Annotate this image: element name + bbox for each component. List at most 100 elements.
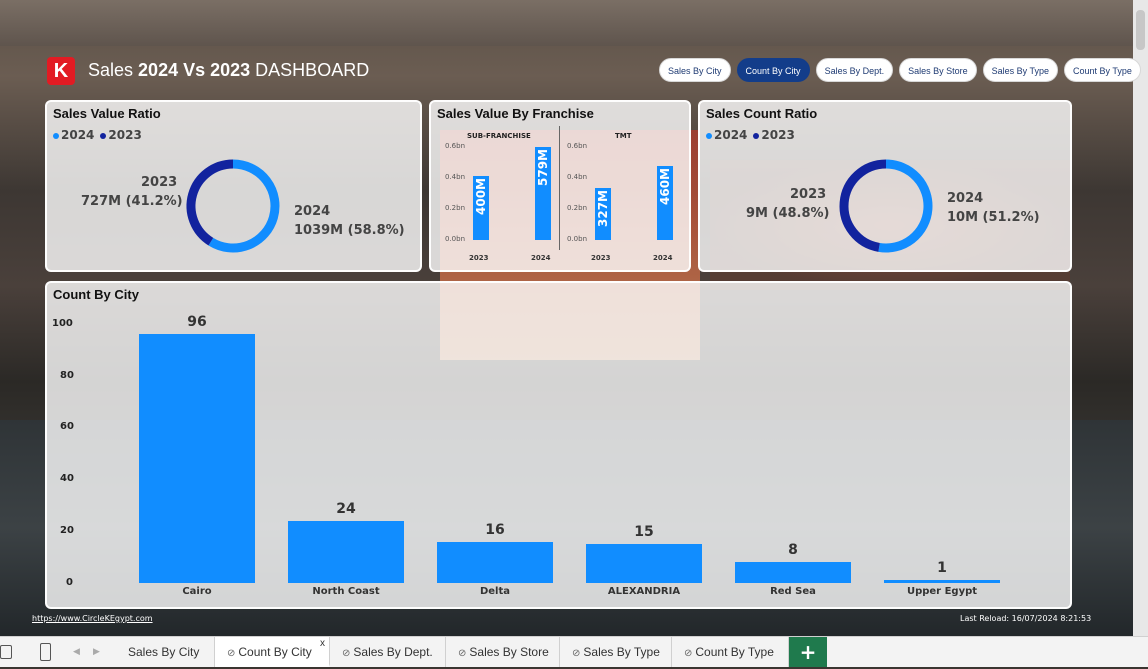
bar-value-label: 96 xyxy=(187,314,207,331)
tab-label: Count By City xyxy=(238,645,312,659)
add-page-button[interactable]: + xyxy=(789,637,827,667)
franchise-bar[interactable]: 327M xyxy=(595,187,611,240)
x-tick: Upper Egypt xyxy=(906,586,978,597)
donut-slice-2024[interactable] xyxy=(208,159,280,253)
x-tick: 2023 xyxy=(591,254,611,262)
tab-sales-by-dept[interactable]: ⊘ Sales By Dept. xyxy=(330,637,446,667)
hidden-eye-icon: ⊘ xyxy=(227,648,236,659)
y-tick: 80 xyxy=(60,370,74,381)
tab-label: Sales By Dept. xyxy=(353,645,433,659)
sales-count-donut xyxy=(839,159,933,253)
y-tick: 0.0bn xyxy=(567,235,588,243)
circle-k-logo: K xyxy=(47,57,75,85)
y-tick: 0 xyxy=(66,577,73,588)
x-tick: North Coast xyxy=(312,586,380,597)
x-tick: 2024 xyxy=(653,254,673,262)
sales-value-by-franchise-card[interactable]: Sales Value By Franchise SUB-FRANCHISE T… xyxy=(429,100,691,272)
label-2023-value: 727M (41.2%) xyxy=(81,194,183,209)
group-label-sub-franchise: SUB-FRANCHISE xyxy=(467,132,531,140)
y-tick: 40 xyxy=(60,473,74,484)
nav-count-by-city-button[interactable]: Count By City xyxy=(736,58,810,82)
card-title: Sales Value Ratio xyxy=(53,106,161,121)
label-2023-year: 2023 xyxy=(790,187,827,202)
label-2024-value: 1039M (58.8%) xyxy=(294,223,405,238)
nav-sales-by-store-button[interactable]: Sales By Store xyxy=(899,58,977,82)
y-tick: 20 xyxy=(60,525,74,536)
donut-slice-2023[interactable] xyxy=(839,159,887,252)
y-tick: 100 xyxy=(52,318,73,329)
tab-label: Sales By City xyxy=(128,645,200,659)
y-tick: 0.4bn xyxy=(445,173,466,181)
tab-label: Sales By Type xyxy=(583,645,660,659)
tab-sales-by-city[interactable]: Sales By City xyxy=(110,637,215,667)
franchise-bar[interactable]: 460M xyxy=(657,166,673,240)
y-tick: 0.2bn xyxy=(567,204,588,212)
donut-slice-2024[interactable] xyxy=(878,159,933,253)
website-link[interactable]: https://www.CircleKEgypt.com xyxy=(32,614,153,623)
bar-value-label: 16 xyxy=(485,521,505,538)
donut-slice-2023[interactable] xyxy=(186,159,234,246)
sales-count-ratio-card[interactable]: Sales Count Ratio 2024 2023 2023 9M (48.… xyxy=(698,100,1072,272)
y-tick: 0.6bn xyxy=(567,142,588,150)
y-tick: 60 xyxy=(60,421,74,432)
x-tick: Delta xyxy=(479,586,511,597)
tab-label: Count By Type xyxy=(695,645,774,659)
x-tick: Red Sea xyxy=(770,586,816,597)
desktop-view-icon[interactable] xyxy=(0,645,12,659)
group-divider xyxy=(559,126,560,250)
franchise-bar[interactable]: 579M xyxy=(535,147,551,240)
y-tick: 0.6bn xyxy=(445,142,466,150)
bar-value-label: 579M xyxy=(536,149,550,187)
title-bold: 2024 Vs 2023 xyxy=(138,60,251,80)
hidden-eye-icon: ⊘ xyxy=(458,648,467,659)
close-tab-icon[interactable]: x xyxy=(320,629,325,659)
bar-value-label: 1 xyxy=(937,560,947,577)
tab-sales-by-store[interactable]: ⊘ Sales By Store xyxy=(446,637,560,667)
tab-sales-by-type[interactable]: ⊘ Sales By Type xyxy=(560,637,672,667)
tab-label: Sales By Store xyxy=(469,645,549,659)
bar-value-label: 400M xyxy=(474,178,488,215)
city-bar[interactable] xyxy=(288,520,404,583)
bar-value-label: 327M xyxy=(596,189,610,227)
page-nav-buttons: Sales By City Count By City Sales By Dep… xyxy=(659,58,1141,82)
card-title: Count By City xyxy=(53,287,139,302)
last-reload-text: Last Reload: 16/07/2024 8:21:53 xyxy=(960,614,1092,623)
y-tick: 0.0bn xyxy=(445,235,466,243)
title-prefix: Sales xyxy=(88,60,134,80)
nav-sales-by-dept-button[interactable]: Sales By Dept. xyxy=(815,58,894,82)
y-tick: 0.4bn xyxy=(567,173,588,181)
city-bar[interactable] xyxy=(139,334,255,583)
card-title: Sales Value By Franchise xyxy=(437,106,594,121)
chart-legend: 2024 2023 xyxy=(53,128,142,142)
sheet-tab-bar: ◀ ▶ Sales By City ⊘ Count By City x ⊘ Sale… xyxy=(0,636,1148,667)
chart-legend: 2024 2023 xyxy=(706,128,795,142)
nav-sales-by-city-button[interactable]: Sales By City xyxy=(659,58,731,82)
bar-value-label: 8 xyxy=(788,542,798,559)
city-bar[interactable] xyxy=(735,562,851,583)
hidden-eye-icon: ⊘ xyxy=(342,648,351,659)
city-bar[interactable] xyxy=(884,580,1000,583)
tab-count-by-city[interactable]: ⊘ Count By City x xyxy=(215,637,330,667)
legend-item-2023: 2023 xyxy=(100,128,142,142)
city-bar[interactable] xyxy=(437,541,553,583)
franchise-bar[interactable]: 400M xyxy=(473,176,489,240)
mobile-view-icon[interactable] xyxy=(40,643,51,661)
group-label-tmt: TMT xyxy=(615,132,632,140)
label-2023-year: 2023 xyxy=(141,175,178,190)
sales-value-donut xyxy=(186,159,280,253)
label-2023-value: 9M (48.8%) xyxy=(746,206,830,221)
tab-count-by-type[interactable]: ⊘ Count By Type xyxy=(672,637,789,667)
scrollbar-thumb[interactable] xyxy=(1136,10,1145,50)
city-bar[interactable] xyxy=(586,544,702,583)
legend-item-2024: 2024 xyxy=(53,128,94,142)
nav-count-by-type-button[interactable]: Count By Type xyxy=(1064,58,1141,82)
sales-value-ratio-card[interactable]: Sales Value Ratio 2024 2023 2023 727M (4… xyxy=(45,100,422,272)
legend-item-2023: 2023 xyxy=(753,128,795,142)
prev-page-arrow-icon[interactable]: ◀ xyxy=(73,647,80,657)
nav-sales-by-type-button[interactable]: Sales By Type xyxy=(982,58,1058,82)
next-page-arrow-icon[interactable]: ▶ xyxy=(93,647,100,657)
hidden-eye-icon: ⊘ xyxy=(572,648,581,659)
x-tick: Cairo xyxy=(182,586,212,597)
title-suffix: DASHBOARD xyxy=(255,60,370,80)
vertical-scrollbar[interactable] xyxy=(1133,0,1148,636)
